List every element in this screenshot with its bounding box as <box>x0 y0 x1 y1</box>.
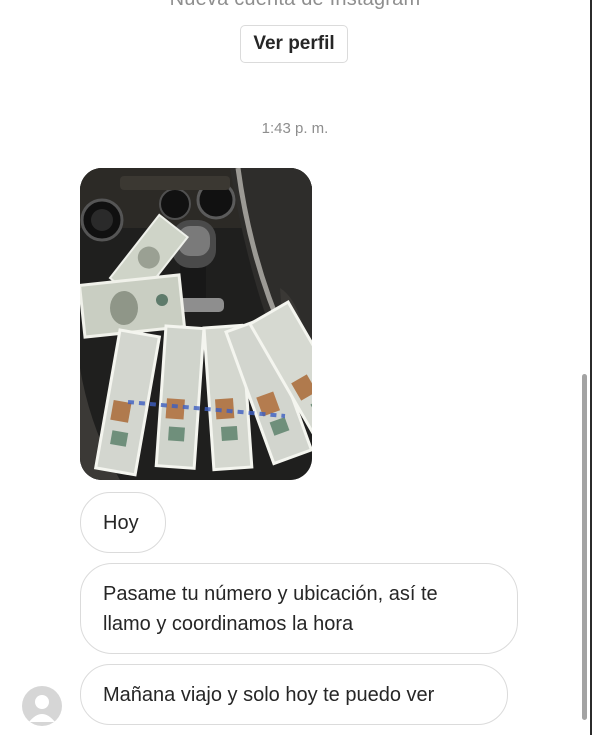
message-text: Pasame tu número y ubicación, así te lla… <box>103 579 438 639</box>
message-text: Mañana viajo y solo hoy te puedo ver <box>103 683 435 706</box>
photo-money-car-console <box>80 168 312 480</box>
chat-window: Nueva cuenta de Instagram Ver perfil 1:4… <box>0 0 592 735</box>
scrollbar-thumb[interactable] <box>582 374 587 720</box>
message-line-1: Pasame tu número y ubicación, así te <box>103 582 438 605</box>
default-avatar-icon[interactable] <box>22 686 62 726</box>
message-text: Hoy <box>103 511 139 534</box>
message-bubble-1[interactable]: Hoy <box>80 492 166 553</box>
avatar-silhouette <box>29 695 55 722</box>
message-timestamp: 1:43 p. m. <box>261 120 329 137</box>
message-line-2: llamo y coordinamos la hora <box>103 612 354 635</box>
view-profile-button[interactable]: Ver perfil <box>240 25 348 63</box>
message-photo[interactable] <box>80 168 312 480</box>
message-bubble-3[interactable]: Mañana viajo y solo hoy te puedo ver <box>80 664 508 725</box>
message-bubble-2[interactable]: Pasame tu número y ubicación, así te lla… <box>80 563 518 654</box>
account-notice-text: Nueva cuenta de Instagram <box>0 0 590 11</box>
